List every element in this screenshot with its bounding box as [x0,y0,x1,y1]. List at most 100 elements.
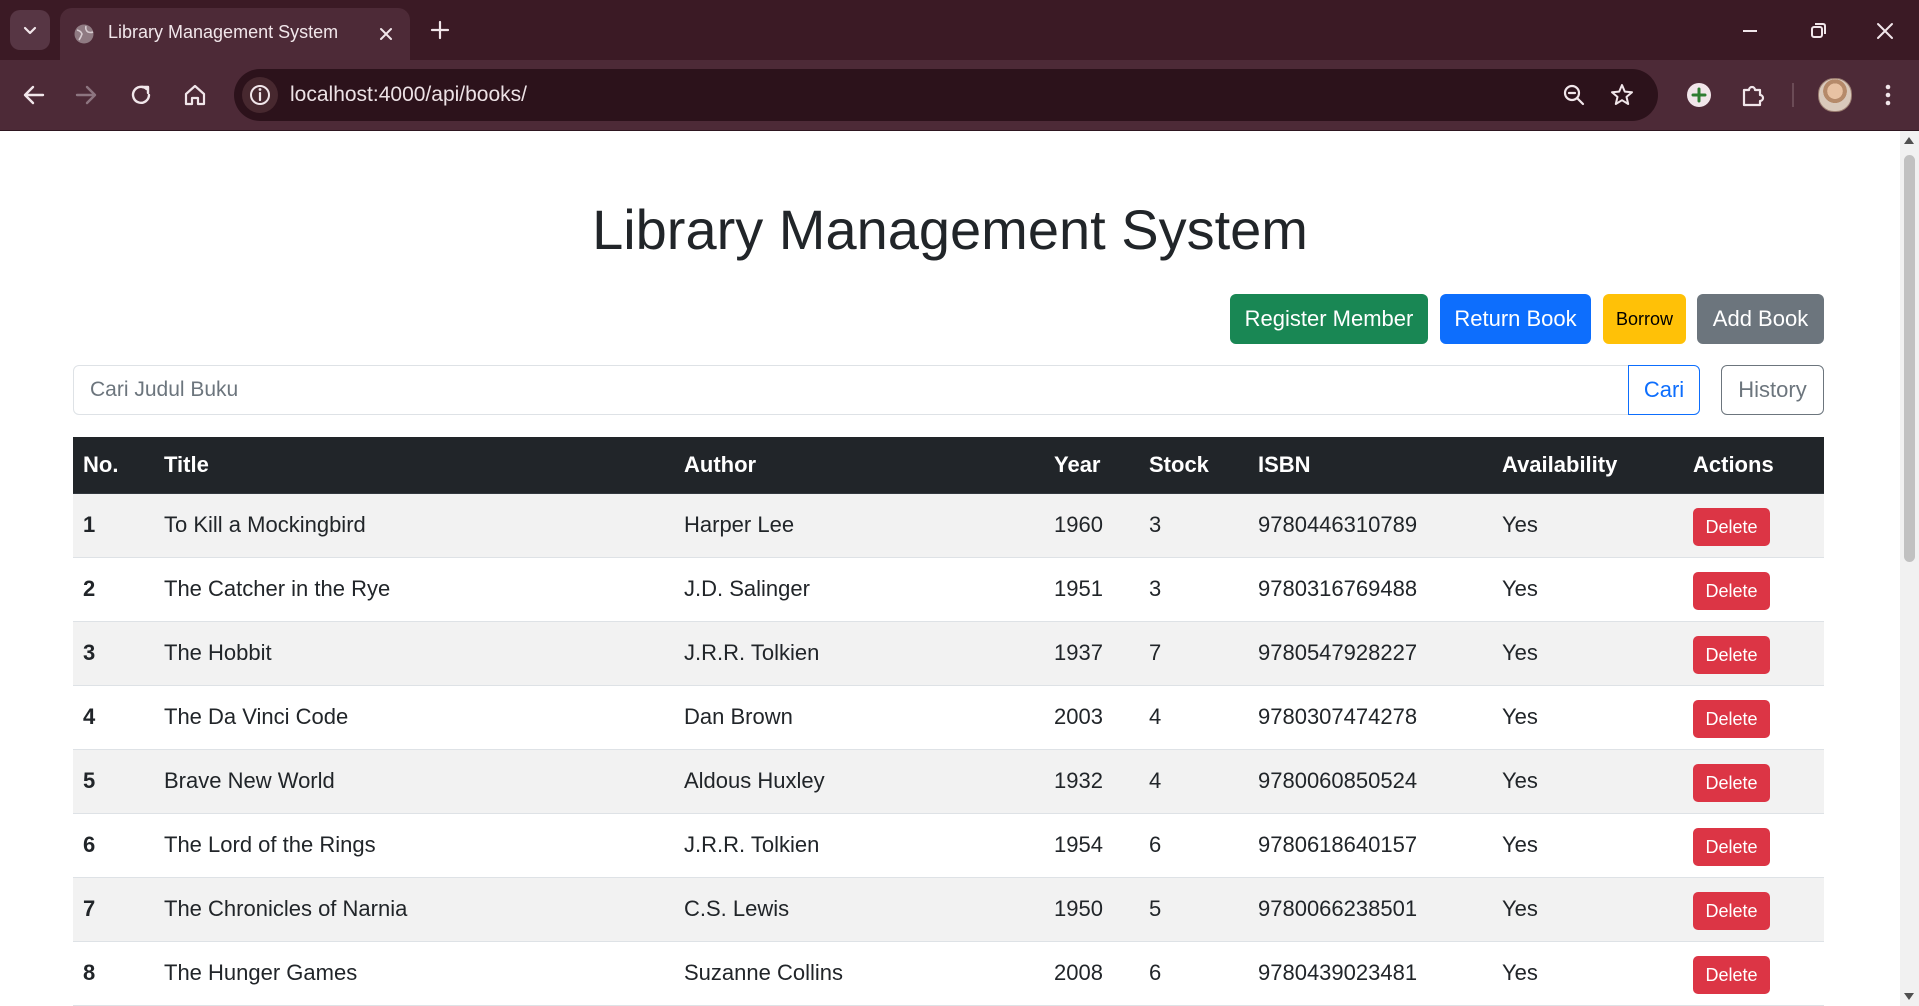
row-number: 8 [73,941,154,1006]
table-row: 5 Brave New World Aldous Huxley 1932 4 9… [73,749,1824,814]
book-availability: Yes [1492,877,1683,942]
column-header-author: Author [674,437,1044,494]
book-isbn: 9780547928227 [1248,621,1492,686]
book-author: Harper Lee [674,493,1044,558]
delete-button[interactable]: Delete [1693,700,1770,738]
delete-button[interactable]: Delete [1693,956,1770,994]
avatar[interactable] [1818,78,1852,112]
book-title: The Lord of the Rings [154,813,674,878]
book-isbn: 9780060850524 [1248,749,1492,814]
book-title: To Kill a Mockingbird [154,493,674,558]
book-title: Brave New World [154,749,674,814]
home-icon[interactable] [177,77,213,113]
column-header-actions: Actions [1683,437,1824,494]
delete-button[interactable]: Delete [1693,764,1770,802]
delete-button[interactable]: Delete [1693,572,1770,610]
extensions-icon[interactable] [1735,77,1771,113]
page-title: Library Management System [592,198,1308,261]
actions-cell: Delete [1683,685,1824,750]
back-icon[interactable] [16,77,52,113]
book-availability: Yes [1492,685,1683,750]
history-button[interactable]: History [1721,365,1824,415]
table-row: 2 The Catcher in the Rye J.D. Salinger 1… [73,557,1824,622]
book-stock: 3 [1139,557,1248,622]
row-number: 5 [73,749,154,814]
tab-list-button[interactable] [10,10,50,50]
table-row: 6 The Lord of the Rings J.R.R. Tolkien 1… [73,813,1824,878]
address-bar[interactable]: localhost:4000/api/books/ [234,69,1658,121]
actions-cell: Delete [1683,557,1824,622]
book-author: Suzanne Collins [674,941,1044,1006]
book-year: 1951 [1044,557,1139,622]
book-availability: Yes [1492,557,1683,622]
book-title: The Da Vinci Code [154,685,674,750]
book-stock: 4 [1139,685,1248,750]
delete-button[interactable]: Delete [1693,828,1770,866]
return-book-button[interactable]: Return Book [1440,294,1591,344]
column-header-availability: Availability [1492,437,1683,494]
row-number: 1 [73,493,154,558]
row-number: 4 [73,685,154,750]
window-close-icon[interactable] [1868,14,1902,48]
actions-cell: Delete [1683,877,1824,942]
book-author: J.D. Salinger [674,557,1044,622]
book-author: C.S. Lewis [674,877,1044,942]
site-info-button[interactable] [242,77,278,113]
scroll-up-arrow[interactable] [1904,137,1914,144]
table-row: 7 The Chronicles of Narnia C.S. Lewis 19… [73,877,1824,942]
book-author: J.R.R. Tolkien [674,813,1044,878]
search-input[interactable] [73,365,1629,415]
restore-icon[interactable] [1801,14,1835,48]
table-row: 1 To Kill a Mockingbird Harper Lee 1960 … [73,493,1824,558]
book-author: Dan Brown [674,685,1044,750]
book-author: J.R.R. Tolkien [674,621,1044,686]
book-isbn: 9780446310789 [1248,493,1492,558]
borrow-button[interactable]: Borrow [1603,294,1686,344]
search-button[interactable]: Cari [1628,365,1700,415]
tab-list-icon [23,26,37,35]
books-table: No. Title Author Year Stock ISBN Availab… [73,437,1824,1006]
row-number: 3 [73,621,154,686]
book-stock: 6 [1139,813,1248,878]
scroll-down-arrow[interactable] [1904,993,1914,1000]
plus-icon[interactable] [424,14,456,46]
add-book-button[interactable]: Add Book [1697,294,1824,344]
browser-tab-strip: Library Management System [0,0,1919,60]
row-number: 6 [73,813,154,878]
star-icon[interactable] [1608,81,1636,109]
book-year: 1954 [1044,813,1139,878]
column-header-no: No. [73,437,154,494]
column-header-year: Year [1044,437,1139,494]
register-member-button[interactable]: Register Member [1230,294,1428,344]
delete-button[interactable]: Delete [1693,892,1770,930]
kebab-menu-icon[interactable] [1870,77,1906,113]
close-icon[interactable] [372,20,400,48]
page-scrollbar[interactable] [1900,131,1919,1006]
column-header-isbn: ISBN [1248,437,1492,494]
book-stock: 4 [1139,749,1248,814]
table-row: 3 The Hobbit J.R.R. Tolkien 1937 7 97805… [73,621,1824,686]
scrollbar-thumb[interactable] [1904,155,1915,562]
browser-toolbar: localhost:4000/api/books/ [0,60,1919,131]
toolbar-separator [1792,83,1794,107]
book-isbn: 9780316769488 [1248,557,1492,622]
minimize-icon[interactable] [1733,14,1767,48]
actions-cell: Delete [1683,493,1824,558]
actions-cell: Delete [1683,749,1824,814]
url-text: localhost:4000/api/books/ [290,83,527,106]
delete-button[interactable]: Delete [1693,636,1770,674]
table-row: 8 The Hunger Games Suzanne Collins 2008 … [73,941,1824,1006]
reload-icon[interactable] [123,77,159,113]
browser-tab-active[interactable]: Library Management System [60,8,410,60]
forward-icon[interactable] [68,77,104,113]
book-year: 2003 [1044,685,1139,750]
zoom-icon[interactable] [1560,81,1588,109]
row-number: 7 [73,877,154,942]
book-title: The Catcher in the Rye [154,557,674,622]
book-availability: Yes [1492,941,1683,1006]
book-stock: 5 [1139,877,1248,942]
book-year: 2008 [1044,941,1139,1006]
delete-button[interactable]: Delete [1693,508,1770,546]
add-extension-icon[interactable] [1681,77,1717,113]
book-year: 1937 [1044,621,1139,686]
